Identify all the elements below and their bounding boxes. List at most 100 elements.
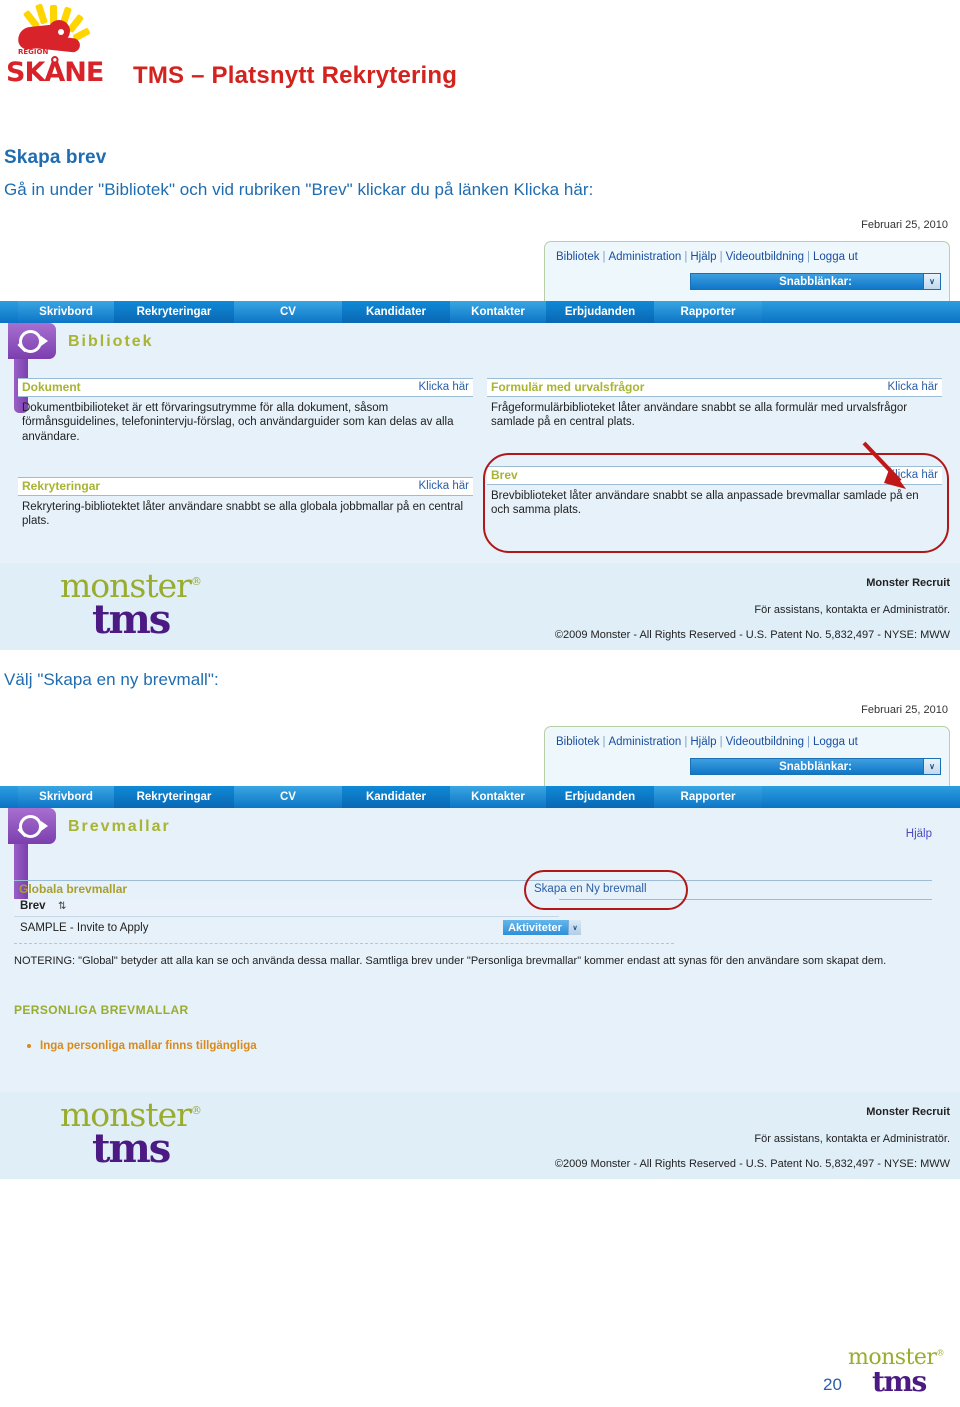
page-header: REGION SKÅNE TMS – Platsnytt Rekrytering — [0, 0, 960, 120]
bullet-icon — [27, 1044, 31, 1048]
chevron-right-icon — [41, 821, 48, 831]
aktiviteter-dropdown[interactable]: Aktiviteter ∨ — [503, 920, 581, 935]
quicklink-logga-ut-1[interactable]: Logga ut — [813, 251, 858, 263]
nav-tab-rapporter-2[interactable]: Rapporter — [654, 786, 762, 808]
section-body-skapa-brev: Gå in under "Bibliotek" och vid rubriken… — [4, 180, 594, 199]
nav-tab-kandidater-1[interactable]: Kandidater — [342, 301, 450, 323]
quicklink-sep: | — [719, 251, 723, 263]
chevron-down-icon[interactable]: ∨ — [923, 274, 940, 289]
quicklink-sep: | — [807, 736, 811, 748]
panel-rekryteringar-title: Rekryteringar — [22, 479, 101, 493]
nav-tab-kandidater-2[interactable]: Kandidater — [342, 786, 450, 808]
quicklink-videoutbildning-1[interactable]: Videoutbildning — [726, 251, 804, 263]
quicklink-sep: | — [807, 251, 811, 263]
aktiviteter-label: Aktiviteter — [508, 921, 562, 934]
nav-tab-skrivbord-1[interactable]: Skrivbord — [18, 301, 114, 323]
quicklink-logga-ut-2[interactable]: Logga ut — [813, 736, 858, 748]
quicklink-administration-2[interactable]: Administration — [608, 736, 681, 748]
panel-formular-link[interactable]: Klicka här — [888, 381, 939, 393]
section-heading-skapa-brev: Skapa brev — [4, 147, 107, 168]
panel-dokument-header: Dokument Klicka här — [18, 378, 473, 397]
personal-templates-header: PERSONLIGA BREVMALLAR — [14, 1003, 189, 1017]
chevron-right-icon — [41, 336, 48, 346]
snabblankar-label-1: Snabblänkar: — [779, 275, 852, 288]
panel-dokument-body: Dokumentbibilioteket är ett förvaringsut… — [22, 402, 454, 443]
nav-tab-cv-2[interactable]: CV — [234, 786, 342, 808]
panel-rekryteringar-link[interactable]: Klicka här — [419, 480, 470, 492]
logo-skane-text: SKÅNE — [6, 57, 104, 88]
help-link[interactable]: Hjälp — [906, 828, 932, 840]
personal-templates-empty-label: Inga personliga mallar finns tillgänglig… — [40, 1040, 257, 1052]
screenshot-bibliotek: Februari 25, 2010 Bibliotek | Administrati… — [0, 213, 960, 650]
panel-brev-link[interactable]: Klicka här — [888, 469, 939, 481]
global-templates-title: Globala brevmallar — [19, 882, 128, 896]
tms-logo-1: tms — [92, 596, 171, 643]
quicklink-bibliotek-2[interactable]: Bibliotek — [556, 736, 599, 748]
panel-rekryteringar: Rekryteringar Klicka här Rekrytering-bib… — [18, 477, 473, 529]
quicklinks-1: Bibliotek | Administration | Hjälp | Videoutbi… — [556, 251, 858, 263]
app-footer-2: monster® tms Monster Recruit För assista… — [0, 1092, 960, 1179]
panel-dokument-link[interactable]: Klicka här — [419, 381, 470, 393]
quicklink-hjalp-2[interactable]: Hjälp — [690, 736, 716, 748]
magnifier-icon-1[interactable] — [8, 323, 56, 359]
registered-icon: ® — [190, 575, 202, 588]
nav-tab-erbjudanden-2[interactable]: Erbjudanden — [546, 786, 654, 808]
create-new-template-link[interactable]: Skapa en Ny brevmall — [534, 883, 647, 895]
nav-tab-skrivbord-2[interactable]: Skrivbord — [18, 786, 114, 808]
document-title: TMS – Platsnytt Rekrytering — [133, 62, 458, 89]
footer-tms-logo: tms — [872, 1365, 927, 1398]
snabblankar-dropdown-2[interactable]: Snabblänkar: ∨ — [690, 758, 941, 775]
panel-brev: Brev Klicka här Brevbiblioteket låter an… — [487, 466, 942, 518]
panel-rekryteringar-body: Rekrytering-bibliotektet låter användare… — [22, 501, 464, 528]
panel-formular: Formulär med urvalsfrågor Klicka här Frå… — [487, 378, 942, 430]
panel-formular-title: Formulär med urvalsfrågor — [491, 380, 645, 394]
snabblankar-label-2: Snabblänkar: — [779, 760, 852, 773]
screenshot-brevmallar: Februari 25, 2010 Bibliotek | Administrati… — [0, 698, 960, 1179]
sort-arrows-icon[interactable]: ⇅ — [58, 901, 66, 912]
app-navbar-1: Skrivbord Rekryteringar CV Kandidater Ko… — [0, 301, 960, 323]
global-templates-header: Globala brevmallar Skapa en Ny brevmall — [14, 880, 932, 900]
quicklink-sep: | — [684, 736, 688, 748]
app-navbar-2: Skrivbord Rekryteringar CV Kandidater Ko… — [0, 786, 960, 808]
nav-tab-rapporter-1[interactable]: Rapporter — [654, 301, 762, 323]
snabblankar-dropdown-1[interactable]: Snabblänkar: ∨ — [690, 273, 941, 290]
quicklink-sep: | — [684, 251, 688, 263]
panel-dokument: Dokument Klicka här Dokumentbibilioteket… — [18, 378, 473, 444]
panel-brev-title: Brev — [491, 468, 518, 482]
panel-brev-body: Brevbiblioteket låter användare snabbt s… — [491, 490, 919, 517]
quicklink-hjalp-1[interactable]: Hjälp — [690, 251, 716, 263]
footer-copyright-1: ©2009 Monster - All Rights Reserved - U.… — [554, 629, 950, 641]
nav-tab-rekryteringar-2[interactable]: Rekryteringar — [114, 786, 234, 808]
panel-formular-header: Formulär med urvalsfrågor Klicka här — [487, 378, 942, 397]
nav-tab-erbjudanden-1[interactable]: Erbjudanden — [546, 301, 654, 323]
quicklink-bibliotek-1[interactable]: Bibliotek — [556, 251, 599, 263]
tms-logo-2: tms — [92, 1125, 171, 1172]
page-number: 20 — [823, 1375, 842, 1394]
footer-copyright-2: ©2009 Monster - All Rights Reserved - U.… — [554, 1158, 950, 1170]
quicklink-administration-1[interactable]: Administration — [608, 251, 681, 263]
chevron-down-icon[interactable]: ∨ — [923, 759, 940, 774]
panel-dokument-title: Dokument — [22, 380, 81, 394]
app-footer-1: monster® tms Monster Recruit För assista… — [0, 563, 960, 650]
table-row[interactable]: SAMPLE - Invite to Apply — [20, 922, 148, 934]
quicklink-sep: | — [719, 736, 723, 748]
nav-tab-cv-1[interactable]: CV — [234, 301, 342, 323]
panel-rekryteringar-header: Rekryteringar Klicka här — [18, 477, 473, 496]
nav-tab-rekryteringar-1[interactable]: Rekryteringar — [114, 301, 234, 323]
quicklink-videoutbildning-2[interactable]: Videoutbildning — [726, 736, 804, 748]
app-date-1: Februari 25, 2010 — [861, 219, 948, 231]
footer-assist-1: För assistans, kontakta er Administratör… — [754, 604, 950, 616]
magnifier-icon-2[interactable] — [8, 808, 56, 844]
column-header-brev[interactable]: Brev — [20, 900, 46, 912]
panel-formular-body: Frågeformulärbiblioteket låter användare… — [491, 402, 908, 429]
section-body-valj-skapa: Välj "Skapa en ny brevmall": — [4, 670, 219, 689]
note-text: NOTERING: "Global" betyder att alla kan … — [14, 955, 887, 967]
row-divider — [14, 943, 674, 944]
app-page-title-bibliotek: Bibliotek — [68, 333, 154, 350]
nav-tab-kontakter-1[interactable]: Kontakter — [450, 301, 546, 323]
table-header-row: Brev ⇅ — [14, 899, 559, 917]
chevron-down-icon[interactable]: ∨ — [568, 920, 581, 935]
nav-tab-kontakter-2[interactable]: Kontakter — [450, 786, 546, 808]
registered-icon: ® — [190, 1104, 202, 1117]
footer-assist-2: För assistans, kontakta er Administratör… — [754, 1133, 950, 1145]
